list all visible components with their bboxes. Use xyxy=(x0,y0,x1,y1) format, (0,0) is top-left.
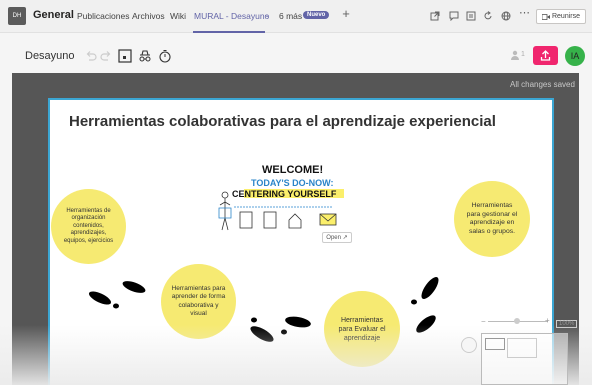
save-status: All changes saved xyxy=(510,80,575,89)
zoom-percent[interactable]: 100% xyxy=(556,320,578,328)
more-options-icon[interactable]: ⋯ xyxy=(519,8,530,19)
minimap-area xyxy=(507,338,537,358)
welcome-title: WELCOME! xyxy=(262,164,323,176)
user-count: 1 xyxy=(521,51,525,58)
open-link-label: Open xyxy=(326,234,341,241)
undo-icon[interactable] xyxy=(84,49,98,63)
private-mode-icon[interactable] xyxy=(138,49,152,63)
figure-head xyxy=(221,191,229,199)
sticky-circle-text: Herramientas para gestionar el aprendiza… xyxy=(466,202,518,235)
tab-publicaciones[interactable]: Publicaciones xyxy=(77,11,129,21)
redo-icon[interactable] xyxy=(99,49,113,63)
welcome-heading: CENTERING YOURSELF xyxy=(232,189,337,199)
join-meeting-button[interactable]: Reunirse xyxy=(536,9,586,24)
zoom-out-icon[interactable]: − xyxy=(481,317,486,326)
external-link-icon: ↗ xyxy=(342,235,348,241)
video-camera-icon xyxy=(541,13,550,20)
zoom-in-icon[interactable]: + xyxy=(545,316,550,325)
sticky-circle-gestionar[interactable]: Herramientas para gestionar el aprendiza… xyxy=(454,181,530,257)
sticky-circle-text: Herramientas de organización contenidos,… xyxy=(63,207,114,244)
house-doodle-icon xyxy=(288,213,302,229)
present-mode-icon[interactable] xyxy=(118,49,132,63)
new-badge: Nuevo xyxy=(303,11,330,19)
tab-archivos[interactable]: Archivos xyxy=(132,11,165,21)
open-link-button[interactable]: Open ↗ xyxy=(322,232,352,243)
chevron-down-icon[interactable]: ⌄ xyxy=(262,11,272,21)
welcome-subtitle: TODAY'S DO-NOW: xyxy=(251,178,333,188)
globe-icon[interactable] xyxy=(501,11,511,21)
team-avatar[interactable]: DH xyxy=(8,7,26,25)
minimap[interactable] xyxy=(481,333,568,385)
conversation-icon[interactable] xyxy=(449,11,459,21)
tab-more[interactable]: 6 más xyxy=(279,11,302,21)
tab-mural-desayuno[interactable]: MURAL - Desayuno xyxy=(194,11,269,21)
user-icon xyxy=(511,50,519,60)
timer-icon[interactable] xyxy=(158,49,172,63)
mural-title[interactable]: Desayuno xyxy=(25,50,75,62)
refresh-icon[interactable] xyxy=(483,11,493,21)
avatar[interactable]: IA xyxy=(565,46,585,66)
popout-icon[interactable] xyxy=(430,11,440,21)
sticky-circle-organizacion[interactable]: Herramientas de organización contenidos,… xyxy=(51,189,126,264)
phone-doodle-icon xyxy=(239,211,253,229)
tab-info-icon[interactable] xyxy=(466,11,476,21)
hand-tool-icon[interactable] xyxy=(461,337,477,353)
minimap-viewport xyxy=(485,338,505,350)
footprints-left-icon xyxy=(88,281,146,309)
board-title[interactable]: Herramientas colaborativas para el apren… xyxy=(69,113,496,130)
share-button[interactable] xyxy=(533,46,558,65)
zoom-slider-handle[interactable] xyxy=(514,318,520,324)
sticky-circle-text: Herramientas para aprender de forma cola… xyxy=(171,284,226,318)
team-name: General xyxy=(33,9,74,21)
upload-icon xyxy=(540,50,551,61)
figure-body xyxy=(219,198,231,231)
add-tab-icon[interactable]: + xyxy=(341,7,351,20)
join-meeting-label: Reunirse xyxy=(551,13,580,20)
tab-wiki[interactable]: Wiki xyxy=(170,11,186,21)
door-doodle-icon xyxy=(263,211,277,229)
